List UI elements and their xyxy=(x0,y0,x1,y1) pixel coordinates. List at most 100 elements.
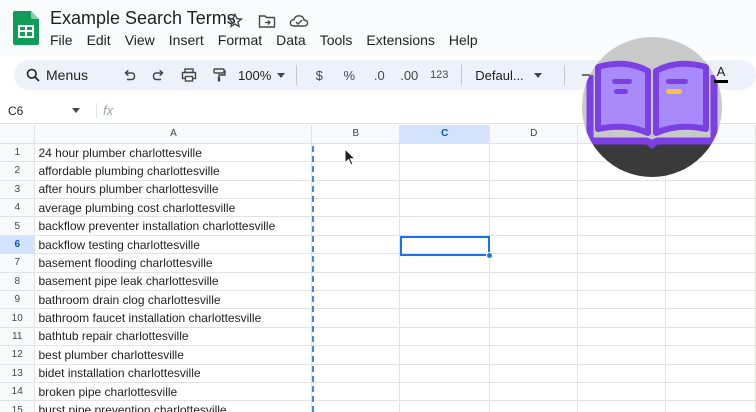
cell-a[interactable]: best plumber charlottesville xyxy=(34,345,313,365)
cell-d[interactable] xyxy=(489,327,579,347)
row-header[interactable]: 15 xyxy=(0,400,36,412)
cell-c[interactable] xyxy=(399,327,491,347)
cell-b[interactable] xyxy=(311,364,401,383)
cell-c[interactable] xyxy=(399,216,491,236)
cell-b[interactable] xyxy=(311,400,401,412)
select-all-corner[interactable] xyxy=(0,125,36,144)
cell-e[interactable] xyxy=(577,216,667,236)
cell-a[interactable]: burst pipe prevention charlottesville xyxy=(34,400,313,412)
paint-format-button[interactable] xyxy=(207,63,231,87)
document-title[interactable]: Example Search Terms xyxy=(50,8,236,29)
cell-c[interactable] xyxy=(399,161,491,181)
cell-c[interactable] xyxy=(399,400,491,412)
cell-d[interactable] xyxy=(489,382,579,402)
row-header[interactable]: 4 xyxy=(0,198,36,218)
cell-a[interactable]: 24 hour plumber charlottesville xyxy=(34,143,313,163)
cell-a[interactable]: backflow preventer installation charlott… xyxy=(34,216,313,236)
cell-f[interactable] xyxy=(665,345,756,365)
cell-a[interactable]: basement flooding charlottesville xyxy=(34,253,313,273)
cell-a[interactable]: average plumbing cost charlottesville xyxy=(34,198,313,218)
star-icon[interactable] xyxy=(224,10,246,32)
cell-d[interactable] xyxy=(489,235,579,255)
cell-c[interactable] xyxy=(399,253,491,273)
cell-f[interactable] xyxy=(665,235,756,255)
cell-f[interactable] xyxy=(665,253,756,273)
cell-b[interactable] xyxy=(311,345,401,365)
menu-extensions[interactable]: Extensions xyxy=(366,32,441,48)
cell-c[interactable] xyxy=(399,382,491,402)
more-formats-button[interactable]: 123 xyxy=(427,63,451,87)
cell-f[interactable] xyxy=(665,216,756,236)
cell-d[interactable] xyxy=(489,198,579,218)
cell-f[interactable] xyxy=(665,400,756,412)
menu-data[interactable]: Data xyxy=(276,32,313,48)
row-header[interactable]: 8 xyxy=(0,272,36,292)
cell-f[interactable] xyxy=(665,272,756,292)
decrease-decimal-button[interactable]: .0 xyxy=(367,63,391,87)
text-color-button[interactable]: A xyxy=(713,64,729,86)
cell-d[interactable] xyxy=(489,253,579,273)
row-header[interactable]: 12 xyxy=(0,345,36,365)
cell-e[interactable] xyxy=(577,364,667,383)
cell-c[interactable] xyxy=(399,272,491,292)
cell-c[interactable] xyxy=(399,364,491,383)
undo-button[interactable] xyxy=(117,63,141,87)
row-header[interactable]: 14 xyxy=(0,382,36,402)
cell-e[interactable] xyxy=(577,345,667,365)
cell-a[interactable]: affordable plumbing charlottesville xyxy=(34,161,313,181)
cell-f[interactable] xyxy=(665,198,756,218)
increase-decimal-button[interactable]: .00 xyxy=(397,63,421,87)
cell-b[interactable] xyxy=(311,180,401,200)
menu-tools[interactable]: Tools xyxy=(320,32,360,48)
cell-d[interactable] xyxy=(489,161,579,181)
cell-b[interactable] xyxy=(311,327,401,347)
row-header[interactable]: 10 xyxy=(0,308,36,328)
cell-e[interactable] xyxy=(577,290,667,310)
row-header[interactable]: 6 xyxy=(0,235,36,255)
cell-c[interactable] xyxy=(399,143,491,163)
column-header-d[interactable]: D xyxy=(489,125,579,144)
cell-b[interactable] xyxy=(311,290,401,310)
cell-d[interactable] xyxy=(489,400,579,412)
cell-c[interactable] xyxy=(399,290,491,310)
cell-b[interactable] xyxy=(311,216,401,236)
sheets-logo-icon[interactable] xyxy=(13,11,39,45)
cell-d[interactable] xyxy=(489,308,579,328)
cell-d[interactable] xyxy=(489,345,579,365)
menu-edit[interactable]: Edit xyxy=(87,32,118,48)
cell-c[interactable] xyxy=(399,198,491,218)
menu-view[interactable]: View xyxy=(125,32,162,48)
cell-c[interactable] xyxy=(399,308,491,328)
cell-f[interactable] xyxy=(665,364,756,383)
cell-e[interactable] xyxy=(577,180,667,200)
currency-format-button[interactable]: $ xyxy=(307,63,331,87)
cell-e[interactable] xyxy=(577,235,667,255)
cell-f[interactable] xyxy=(665,180,756,200)
cloud-status-icon[interactable] xyxy=(288,10,310,32)
cell-f[interactable] xyxy=(665,382,756,402)
cell-e[interactable] xyxy=(577,327,667,347)
cell-b[interactable] xyxy=(311,198,401,218)
cell-e[interactable] xyxy=(577,253,667,273)
menu-file[interactable]: File xyxy=(50,32,80,48)
menu-format[interactable]: Format xyxy=(218,32,269,48)
font-select[interactable]: Defaul... xyxy=(475,68,553,83)
cell-a[interactable]: after hours plumber charlottesville xyxy=(34,180,313,200)
move-folder-icon[interactable] xyxy=(256,10,278,32)
menu-help[interactable]: Help xyxy=(449,32,485,48)
name-box[interactable]: C6 xyxy=(0,104,88,118)
cell-d[interactable] xyxy=(489,216,579,236)
row-header[interactable]: 5 xyxy=(0,216,36,236)
row-header[interactable]: 7 xyxy=(0,253,36,273)
cell-d[interactable] xyxy=(489,290,579,310)
zoom-select[interactable]: 100% xyxy=(238,68,286,83)
cell-b[interactable] xyxy=(311,308,401,328)
column-header-c[interactable]: C xyxy=(399,125,491,144)
print-button[interactable] xyxy=(177,63,201,87)
cell-a[interactable]: backflow testing charlottesville xyxy=(34,235,313,255)
menu-insert[interactable]: Insert xyxy=(169,32,211,48)
cell-b[interactable] xyxy=(311,382,401,402)
cell-e[interactable] xyxy=(577,382,667,402)
cell-e[interactable] xyxy=(577,272,667,292)
cell-e[interactable] xyxy=(577,308,667,328)
